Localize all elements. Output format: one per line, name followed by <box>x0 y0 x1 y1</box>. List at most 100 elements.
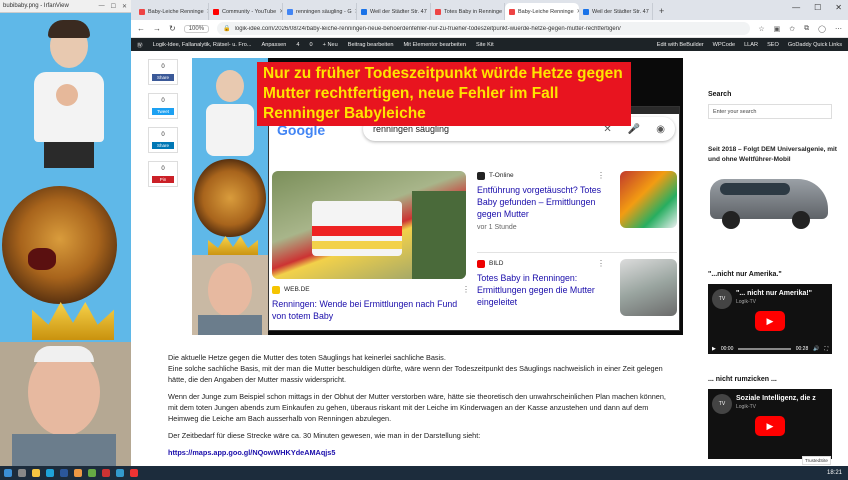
news-source: T-Online <box>489 172 514 179</box>
video-controls: ▶ 00:00 00:28 🔊 ⛶ <box>708 343 832 354</box>
app-icon[interactable] <box>130 469 138 477</box>
star-icon[interactable]: ☆ <box>758 25 764 33</box>
app-icon[interactable] <box>88 469 96 477</box>
tab-5[interactable]: Baby-Leiche Renninge✕ <box>505 3 579 20</box>
profile-icon[interactable]: ◯ <box>818 25 826 33</box>
video-label: "... nicht nur Amerika!" <box>736 290 813 297</box>
tab-0[interactable]: Baby-Leiche Renninge✕ <box>135 3 209 20</box>
volume-icon[interactable]: 🔊 <box>813 346 819 352</box>
article-line: Die aktuelle Hetze gegen die Mutter des … <box>168 353 446 362</box>
wp-bar-sitekit[interactable]: Site Kit <box>476 42 494 48</box>
share-button[interactable]: Share <box>152 142 174 149</box>
article-paragraph: Wenn der Junge zum Beispiel schon mittag… <box>168 392 666 423</box>
trustedsite-badge[interactable]: TrustedSite <box>802 456 831 465</box>
explorer-icon[interactable] <box>32 469 40 477</box>
play-icon[interactable]: ▶ <box>755 311 785 331</box>
minimize-icon[interactable]: — <box>99 3 105 10</box>
irfanview-titlebar[interactable]: bubibaby.png - IrfanView — ☐ ✕ <box>0 0 131 13</box>
tab-favicon <box>435 8 441 15</box>
video2-player[interactable]: TV Soziale Intelligenz, die z Logik-TV ▶ <box>708 389 832 459</box>
taskbar: 18:21 <box>0 466 848 480</box>
word-icon[interactable] <box>60 469 68 477</box>
wp-bar-comments[interactable]: 4 <box>296 42 299 48</box>
tab-bar: Baby-Leiche Renninge✕ Community - YouTub… <box>131 0 848 20</box>
close-icon[interactable]: ✕ <box>835 3 842 12</box>
wp-bar-llar[interactable]: LLAR <box>744 42 758 48</box>
webcam-video <box>0 342 131 466</box>
play-icon[interactable]: ▶ <box>755 416 785 436</box>
wp-bar-edit-post[interactable]: Beitrag bearbeiten <box>348 42 394 48</box>
video1-player[interactable]: TV "... nicht nur Amerika!" Logik-TV ▶ ▶… <box>708 284 832 354</box>
clock[interactable]: 18:21 <box>827 470 848 476</box>
close-icon[interactable]: ✕ <box>122 3 127 10</box>
edge-icon[interactable] <box>46 469 54 477</box>
maps-link[interactable]: https://maps.app.goo.gl/NQowWHKYdeAMAqjs… <box>168 448 335 457</box>
tab-1[interactable]: Community - YouTube✕ <box>209 3 283 20</box>
ambulance-image <box>272 171 466 279</box>
tab-4[interactable]: Totes Baby in Renninge✕ <box>431 3 505 20</box>
browser-window: Baby-Leiche Renninge✕ Community - YouTub… <box>131 0 848 466</box>
irfanview-title: bubibaby.png - IrfanView <box>3 3 69 9</box>
maximize-icon[interactable]: ☐ <box>111 3 116 10</box>
tab-favicon <box>583 8 589 15</box>
share-button[interactable]: Tweet <box>152 108 174 115</box>
share-button[interactable]: Pin <box>152 176 174 183</box>
progress-bar[interactable] <box>738 347 791 350</box>
collections-icon[interactable]: ⧉ <box>804 25 809 33</box>
tab-label: Weil der Städter Str. 47 <box>592 8 649 15</box>
zoom-level[interactable]: 100% <box>183 24 210 33</box>
share-twitter[interactable]: 0 Tweet <box>148 93 178 119</box>
webde-logo <box>272 285 280 294</box>
back-icon[interactable]: ← <box>137 24 145 33</box>
camera-icon: ◉ <box>656 123 665 135</box>
video-duration: 00:28 <box>795 345 809 352</box>
app-icon[interactable] <box>74 469 82 477</box>
tonline-logo <box>477 171 485 180</box>
forward-icon[interactable]: → <box>153 24 161 33</box>
app-icon[interactable] <box>102 469 110 477</box>
tab-2[interactable]: renningen säugling - G✕ <box>283 3 357 20</box>
article-paragraph: Der Zeitbedarf für diese Strecke wäre ca… <box>168 431 481 440</box>
wp-bar-customize[interactable]: Anpassen <box>261 42 286 48</box>
reload-icon[interactable]: ↻ <box>169 24 176 33</box>
app-icon[interactable] <box>116 469 124 477</box>
bild-logo <box>477 259 485 268</box>
new-tab-button[interactable]: + <box>653 3 670 20</box>
wordpress-icon[interactable]: Ⓦ <box>137 41 143 49</box>
menu-icon[interactable]: ⋯ <box>835 25 842 33</box>
url-text: logik-idee.com/2026/08/24/baby-leiche-re… <box>234 25 621 32</box>
tab-label: Baby-Leiche Renninge <box>148 8 204 15</box>
wp-bar-site[interactable]: Logik-Idee, Fallanalytik, Rätsel- u. Fro… <box>153 42 252 48</box>
wp-bar-updates[interactable]: 0 <box>310 42 313 48</box>
fullscreen-icon[interactable]: ⛶ <box>824 346 828 352</box>
wp-bar-godaddy[interactable]: GoDaddy Quick Links <box>788 42 842 48</box>
start-icon[interactable] <box>4 469 12 477</box>
since-text: Seit 2018 – Folgt DEM Universalgenie, mi… <box>708 146 837 163</box>
wp-bar-elementor[interactable]: Mit Elementor bearbeiten <box>403 42 466 48</box>
share-facebook[interactable]: 0 Share <box>148 59 178 85</box>
wp-bar-wpcode[interactable]: WPCode <box>713 42 735 48</box>
wp-bar-new[interactable]: + Neu <box>323 42 338 48</box>
tab-3[interactable]: Weil der Städter Str. 47✕ <box>357 3 431 20</box>
tab-6[interactable]: Weil der Städter Str. 47✕ <box>579 3 653 20</box>
irfanview-window: bubibaby.png - IrfanView — ☐ ✕ <box>0 0 131 480</box>
news-card-bild: BILD ⋮ Totes Baby in Renningen: Ermittlun… <box>477 257 677 332</box>
favorites-icon[interactable]: ✩ <box>789 25 795 33</box>
video-channel: Logik-TV <box>736 299 757 305</box>
play-small-icon[interactable]: ▶ <box>712 346 716 352</box>
news-card-webde: WEB.DE ⋮ Renningen: Wende bei Ermittlunge… <box>272 171 470 329</box>
maximize-icon[interactable]: ☐ <box>814 3 821 12</box>
search-icon[interactable] <box>18 469 26 477</box>
share-pinterest[interactable]: 0 Pin <box>148 161 178 187</box>
share-linkedin[interactable]: 0 Share <box>148 127 178 153</box>
search-input[interactable]: Enter your search <box>708 104 832 119</box>
share-button[interactable]: Share <box>152 74 174 81</box>
split-icon[interactable]: ▣ <box>774 25 781 33</box>
share-count: 0 <box>161 98 165 104</box>
wp-bar-bebuilder[interactable]: Edit with BeBuilder <box>657 42 704 48</box>
share-count: 0 <box>161 132 165 138</box>
wp-bar-seo[interactable]: SEO <box>767 42 779 48</box>
address-bar[interactable]: 🔒 logik-idee.com/2026/08/24/baby-leiche-r… <box>217 22 751 35</box>
minimize-icon[interactable]: — <box>792 3 800 12</box>
car-image <box>708 171 832 231</box>
